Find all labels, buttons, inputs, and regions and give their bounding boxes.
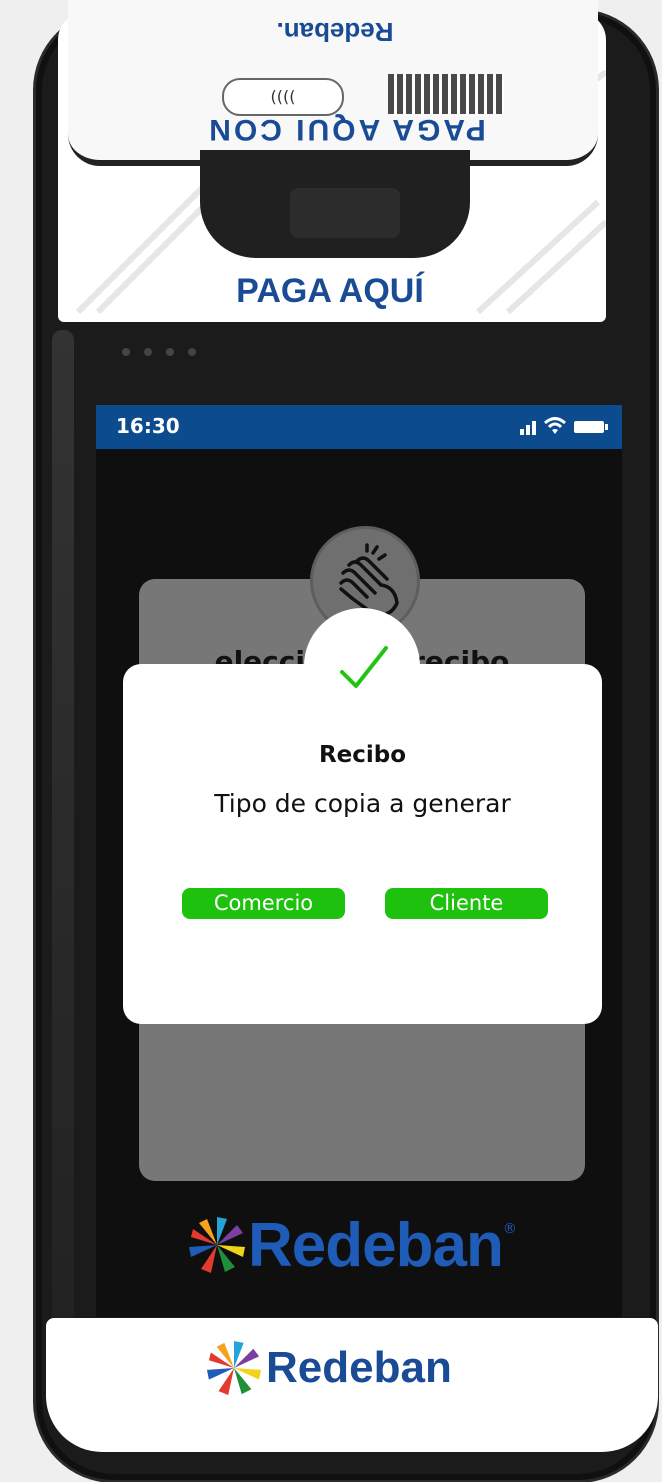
customer-copy-button[interactable]: Cliente — [385, 888, 548, 919]
pos-screen: 16:30 elecciona el recibo — [96, 405, 622, 1317]
signal-icon — [520, 421, 536, 435]
screen-brand-logo: Redeban ® — [188, 1205, 568, 1285]
battery-icon — [574, 421, 608, 433]
top-brand-flipped: Redeban. — [276, 17, 394, 47]
dialog-subtitle: Tipo de copia a generar — [214, 789, 511, 818]
merchant-copy-button[interactable]: Comercio — [182, 888, 345, 919]
status-bar: 16:30 — [96, 405, 622, 449]
screen-brand-word: Redeban — [248, 1210, 504, 1280]
top-tagline-flipped: PAGA AQUI CON — [206, 113, 486, 146]
redeban-logo-icon — [206, 1340, 262, 1396]
redeban-logo-icon — [189, 1217, 245, 1273]
wifi-icon — [544, 417, 566, 434]
bottom-brand-logo: Redeban — [206, 1340, 506, 1396]
status-time: 16:30 — [116, 414, 180, 438]
side-bezel — [52, 330, 74, 1330]
pay-here-label: PAGA AQUÍ — [236, 272, 424, 310]
contactless-icon: (((( — [222, 78, 344, 116]
checkmark-icon — [340, 646, 388, 688]
contactless-label: (((( — [270, 87, 296, 106]
dialog-title: Recibo — [318, 742, 407, 768]
printer-roller — [290, 188, 400, 238]
status-icons — [520, 417, 608, 435]
registered-mark: ® — [502, 1221, 517, 1237]
bottom-cover: Redeban — [46, 1318, 658, 1452]
speaker-dots — [122, 348, 196, 356]
qr-code — [388, 74, 504, 114]
bottom-brand-word: Redeban — [266, 1343, 452, 1392]
success-badge — [304, 608, 420, 724]
